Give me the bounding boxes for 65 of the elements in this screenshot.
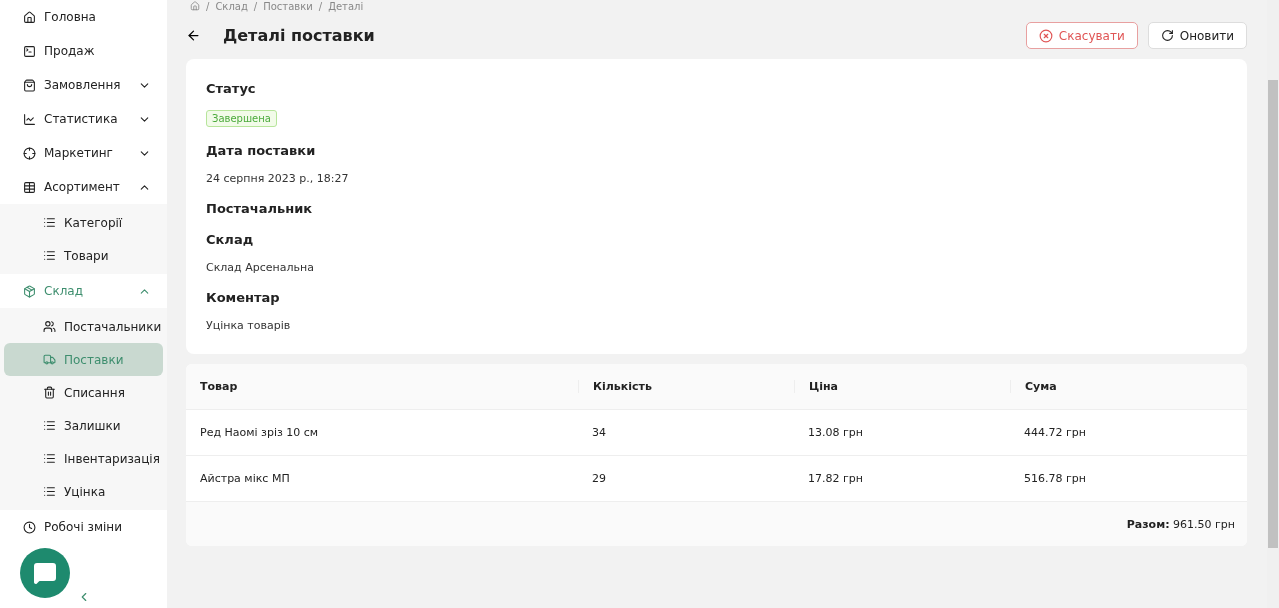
column-header: Ціна bbox=[794, 380, 1010, 393]
refresh-button[interactable]: Оновити bbox=[1147, 22, 1247, 49]
page-title: Деталі поставки bbox=[223, 26, 376, 45]
list-icon bbox=[43, 485, 56, 498]
breadcrumb-separator: / bbox=[318, 0, 323, 12]
field-label: Коментар bbox=[206, 290, 281, 305]
table-cell-text: Ред Наомі зріз 10 см bbox=[199, 426, 320, 439]
field-label: Статус bbox=[206, 81, 257, 96]
field-label: Дата поставки bbox=[206, 143, 317, 158]
field-label: Постачальник bbox=[206, 201, 314, 216]
sidebar-item[interactable]: Замовлення bbox=[0, 68, 167, 102]
list-icon bbox=[43, 216, 56, 229]
status-tag: Завершена bbox=[206, 110, 277, 127]
sidebar-subitem[interactable]: Уцінка bbox=[4, 475, 163, 508]
table-cell-text: Айстра мікс МП bbox=[199, 472, 291, 485]
table-cell-text: 516.78 грн bbox=[1023, 472, 1087, 485]
breadcrumb-separator: / bbox=[253, 0, 258, 12]
sidebar-item[interactable]: Робочі зміни bbox=[0, 510, 167, 544]
refresh-icon bbox=[1160, 29, 1174, 42]
sidebar-item[interactable]: Статистика bbox=[0, 102, 167, 136]
sidebar-subitem[interactable]: Залишки bbox=[4, 409, 163, 442]
list-icon bbox=[43, 452, 56, 465]
breadcrumb-separator: / bbox=[206, 0, 210, 12]
sidebar-item[interactable]: Склад bbox=[0, 274, 167, 308]
sidebar-subitem[interactable]: Товари bbox=[4, 239, 163, 272]
trash-icon bbox=[43, 386, 56, 399]
table-cell-text: 13.08 грн bbox=[807, 426, 864, 439]
sidebar-item[interactable]: Маркетинг bbox=[0, 136, 167, 170]
table-cell-text: 17.82 грн bbox=[807, 472, 864, 485]
field-value: Склад Арсенальна bbox=[206, 261, 315, 274]
field-label: Склад bbox=[206, 232, 255, 247]
sidebar-item[interactable]: Продаж bbox=[0, 34, 167, 68]
table-total: Разом: 961.50 грн bbox=[186, 502, 1247, 546]
bag-icon bbox=[23, 78, 36, 92]
terminal-icon bbox=[23, 44, 36, 58]
sidebar-subitem[interactable]: Інвентаризація bbox=[4, 442, 163, 475]
cancel-button[interactable]: Скасувати bbox=[1025, 22, 1138, 49]
list-icon bbox=[43, 249, 56, 262]
table-icon bbox=[23, 180, 36, 194]
truck-icon bbox=[43, 353, 56, 366]
field-value: Уцінка товарів bbox=[206, 319, 292, 332]
sidebar-item[interactable]: Головна bbox=[0, 0, 167, 34]
chat-icon bbox=[33, 561, 57, 585]
field-value: 24 серпня 2023 р., 18:27 bbox=[206, 172, 350, 185]
clock-icon bbox=[23, 520, 36, 534]
people-icon bbox=[43, 320, 56, 333]
circle-x-icon bbox=[1038, 28, 1053, 43]
line-chart-icon bbox=[23, 112, 36, 126]
sidebar-item[interactable]: Асортимент bbox=[0, 170, 167, 204]
crosshair-icon bbox=[23, 146, 36, 160]
chat-button[interactable] bbox=[20, 548, 70, 598]
home-icon[interactable] bbox=[190, 1, 200, 11]
list-icon bbox=[43, 419, 56, 432]
sidebar-subitem[interactable]: Постачальники bbox=[4, 310, 163, 343]
scrollbar[interactable] bbox=[1268, 80, 1278, 548]
column-header: Кількість bbox=[578, 380, 794, 393]
sidebar-subitem[interactable]: Категорії bbox=[4, 206, 163, 239]
table-cell-text: 444.72 грн bbox=[1023, 426, 1087, 439]
table-cell-text: 29 bbox=[591, 472, 607, 485]
box-icon bbox=[23, 284, 36, 298]
column-header: Сума bbox=[1010, 380, 1247, 393]
table-cell-text: 34 bbox=[591, 426, 607, 439]
column-header: Товар bbox=[199, 380, 239, 393]
home-icon bbox=[23, 10, 36, 24]
sidebar-subitem[interactable]: Списання bbox=[4, 376, 163, 409]
